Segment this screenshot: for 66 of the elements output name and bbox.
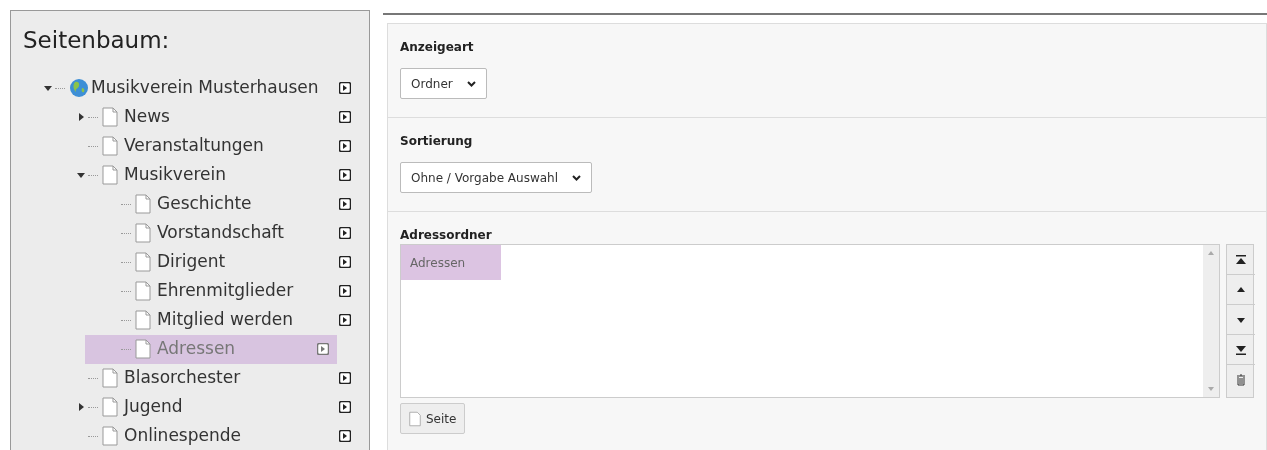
play-icon[interactable] bbox=[339, 140, 351, 152]
tree-item[interactable]: Musikverein Musterhausen bbox=[41, 73, 359, 103]
field-label: Sortierung bbox=[400, 133, 474, 150]
tree-item[interactable]: Onlinespende bbox=[74, 421, 359, 450]
list-box[interactable]: Adressen bbox=[400, 244, 1220, 398]
tree-item-label: Mitglied werden bbox=[157, 308, 295, 332]
play-icon[interactable] bbox=[339, 111, 351, 123]
tree-item[interactable]: Mitglied werden bbox=[107, 305, 359, 335]
tree-item[interactable]: Geschichte bbox=[107, 189, 359, 219]
tree-item-label: Geschichte bbox=[157, 192, 253, 216]
tree-item-label: Adressen bbox=[157, 337, 237, 361]
play-icon[interactable] bbox=[339, 198, 351, 210]
tree-item-label: Blasorchester bbox=[124, 366, 242, 390]
caret-down-icon[interactable] bbox=[44, 84, 52, 92]
page-icon bbox=[102, 397, 118, 417]
field-label: Anzeigeart bbox=[400, 39, 475, 56]
play-icon[interactable] bbox=[339, 227, 351, 239]
tree-item[interactable]: Jugend bbox=[74, 392, 359, 422]
page-icon bbox=[409, 410, 421, 427]
page-icon bbox=[102, 426, 118, 446]
play-icon[interactable] bbox=[339, 372, 351, 384]
tree-item[interactable]: Dirigent bbox=[107, 247, 359, 277]
page-icon bbox=[135, 339, 151, 359]
globe-icon bbox=[69, 78, 89, 98]
tree-item[interactable]: Ehrenmitglieder bbox=[107, 276, 359, 306]
caret-down-icon[interactable] bbox=[77, 171, 85, 179]
tree-item[interactable]: Vorstandschaft bbox=[107, 218, 359, 248]
caret-right-icon[interactable] bbox=[77, 113, 85, 121]
play-icon[interactable] bbox=[339, 430, 351, 442]
caret-right-icon[interactable] bbox=[77, 403, 85, 411]
dropdown[interactable]: Ordner bbox=[400, 68, 487, 99]
tree-item[interactable]: Veranstaltungen bbox=[74, 131, 359, 161]
tree-item-label: Musikverein bbox=[124, 163, 227, 187]
list-item[interactable]: Adressen bbox=[401, 245, 501, 280]
tree-item[interactable]: News bbox=[74, 102, 359, 132]
tree-item-label: Veranstaltungen bbox=[124, 134, 265, 158]
tree-item[interactable]: Blasorchester bbox=[74, 363, 359, 393]
page-icon bbox=[102, 368, 118, 388]
play-icon[interactable] bbox=[339, 285, 351, 297]
play-icon[interactable] bbox=[339, 314, 351, 326]
tree-item-label: News bbox=[124, 105, 171, 129]
tree-item[interactable]: Musikverein bbox=[74, 160, 359, 190]
play-icon[interactable] bbox=[339, 82, 351, 94]
dropdown[interactable]: Ohne / Vorgabe Auswahl bbox=[400, 162, 592, 193]
page-icon bbox=[135, 310, 151, 330]
tree-item-label: Onlinespende bbox=[124, 424, 242, 448]
tree-item-label: Jugend bbox=[124, 395, 184, 419]
page-icon bbox=[102, 107, 118, 127]
chevron-down-icon bbox=[572, 174, 581, 181]
tree-item-label: Musikverein Musterhausen bbox=[91, 76, 320, 100]
page-icon bbox=[135, 281, 151, 301]
tree-item-label: Vorstandschaft bbox=[157, 221, 285, 245]
page-icon bbox=[135, 194, 151, 214]
page-button[interactable]: Seite bbox=[400, 403, 466, 434]
panel-title: Seitenbaum: bbox=[23, 26, 171, 55]
tree-item-label: Ehrenmitglieder bbox=[157, 279, 295, 303]
page-icon bbox=[102, 165, 118, 185]
page-icon bbox=[135, 223, 151, 243]
play-icon[interactable] bbox=[339, 401, 351, 413]
play-icon[interactable] bbox=[339, 169, 351, 181]
page-icon bbox=[135, 252, 151, 272]
play-icon[interactable] bbox=[339, 256, 351, 268]
field-label: Adressordner bbox=[400, 227, 493, 244]
chevron-down-icon bbox=[466, 80, 476, 87]
tree-item-label: Dirigent bbox=[157, 250, 227, 274]
page-icon bbox=[102, 136, 118, 156]
